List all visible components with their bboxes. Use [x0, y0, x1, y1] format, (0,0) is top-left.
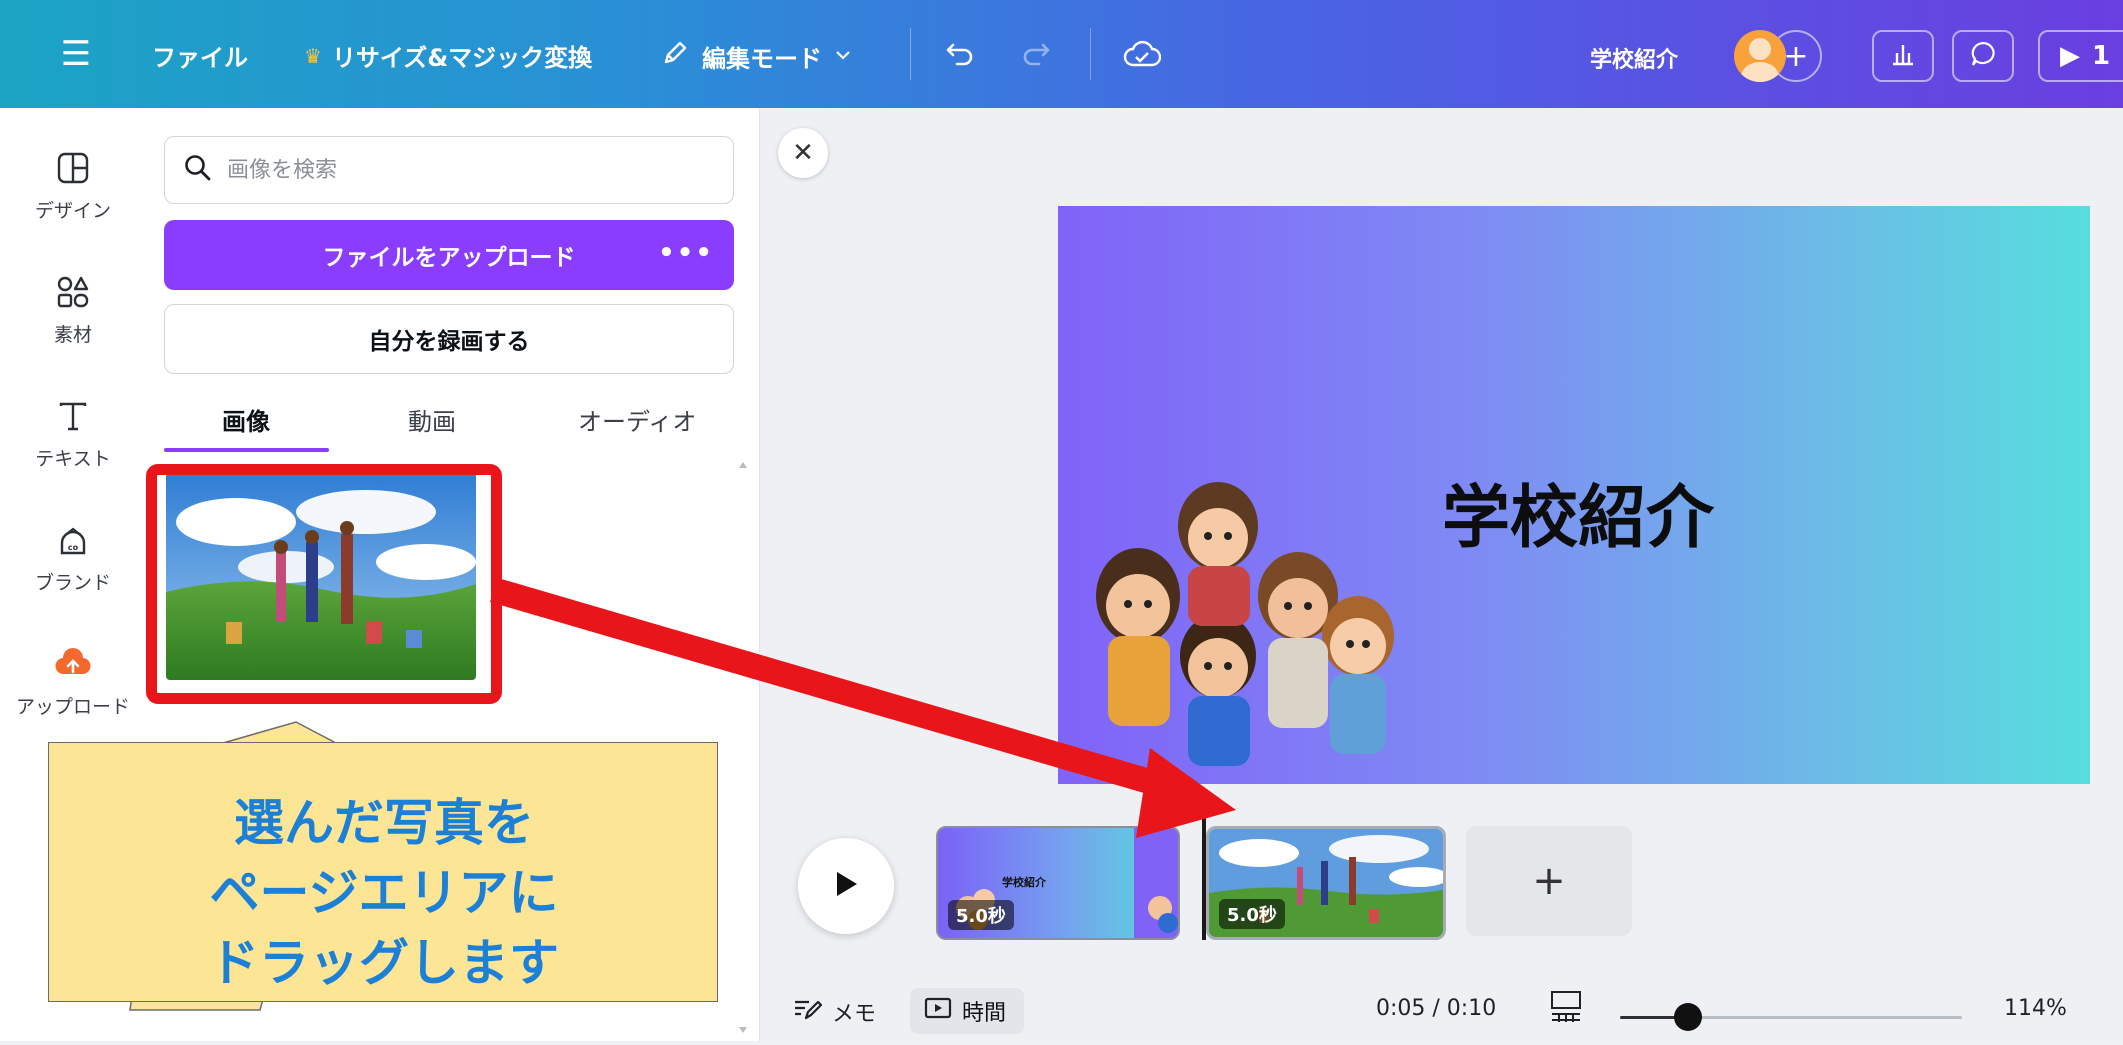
- chevron-down-icon: [834, 42, 852, 70]
- play-icon: [831, 868, 861, 904]
- top-toolbar: ☰ ファイル ♛ リサイズ&マジック変換 編集モード 学校紹介 + ▶ 1: [0, 0, 2123, 108]
- rail-item-upload[interactable]: アップロード: [0, 640, 146, 719]
- slide-title[interactable]: 学校紹介: [1442, 462, 1714, 561]
- timeline-play-button[interactable]: [798, 838, 894, 934]
- rail-label: デザイン: [34, 200, 111, 222]
- zoom-slider[interactable]: [1620, 1003, 1962, 1031]
- rail-label: テキスト: [35, 448, 111, 470]
- clip-title: 学校紹介: [1002, 876, 1046, 889]
- design-title[interactable]: 学校紹介: [1590, 42, 1678, 74]
- time-label: 時間: [962, 1001, 1007, 1026]
- comment-button[interactable]: [1952, 30, 2014, 82]
- bar-chart-icon: [1888, 39, 1918, 73]
- present-label: 1: [2092, 41, 2111, 71]
- children-illustration: [1096, 482, 1394, 766]
- callout-line: ドラッグします: [209, 934, 559, 992]
- insights-button[interactable]: [1872, 30, 1934, 82]
- rail-item-design[interactable]: デザイン: [0, 144, 146, 223]
- upload-cloud-icon: [49, 640, 97, 688]
- edit-mode-label: 編集モード: [702, 44, 822, 73]
- brand-icon: co: [49, 516, 97, 564]
- timeline-clip-2[interactable]: 5.0秒: [1206, 826, 1446, 940]
- comment-icon: [1968, 39, 1998, 73]
- play-icon: ▶: [2060, 41, 2080, 71]
- record-button-label: 自分を録画する: [368, 329, 530, 355]
- resize-label: リサイズ&マジック変換: [331, 44, 593, 72]
- rail-item-elements[interactable]: 素材: [0, 268, 146, 347]
- slide-page[interactable]: 学校紹介: [1058, 206, 2090, 784]
- cloud-saved-icon[interactable]: [1118, 30, 1166, 78]
- close-icon: ✕: [792, 138, 814, 168]
- tab-audio[interactable]: オーディオ: [578, 402, 696, 437]
- timeline-clip-1[interactable]: 学校紹介 5.0秒: [936, 826, 1180, 940]
- add-page-button[interactable]: +: [1466, 826, 1632, 936]
- search-box[interactable]: [164, 136, 734, 204]
- timer-icon: [924, 996, 952, 1026]
- menu-icon[interactable]: ☰: [58, 34, 94, 74]
- timecode: 0:05 / 0:10: [1376, 996, 1497, 1021]
- zoom-percent[interactable]: 114%: [2004, 996, 2067, 1021]
- search-icon: [183, 153, 213, 187]
- present-button[interactable]: ▶ 1: [2038, 30, 2123, 82]
- file-menu-label: ファイル: [152, 44, 248, 72]
- edit-mode-dropdown[interactable]: 編集モード: [660, 38, 852, 74]
- notes-icon: [792, 996, 823, 1028]
- avatar[interactable]: [1734, 30, 1786, 82]
- redo-icon[interactable]: [1014, 30, 1058, 78]
- undo-icon[interactable]: [938, 30, 982, 78]
- file-menu[interactable]: ファイル: [152, 38, 248, 73]
- active-tab-indicator: [164, 448, 329, 452]
- rail-item-text[interactable]: テキスト: [0, 392, 146, 471]
- highlight-frame: [146, 464, 502, 704]
- search-input[interactable]: [225, 156, 665, 184]
- record-yourself-button[interactable]: 自分を録画する: [164, 304, 734, 374]
- instruction-callout: 選んだ写真を ページエリアに ドラッグします: [48, 742, 718, 1002]
- timer-button[interactable]: 時間: [910, 988, 1024, 1034]
- callout-line: 選んだ写真を: [234, 794, 534, 852]
- close-panel-button[interactable]: ✕: [778, 128, 828, 178]
- rail-item-brand[interactable]: co ブランド: [0, 516, 146, 595]
- rail-label: 素材: [53, 324, 92, 346]
- plus-icon: +: [1532, 858, 1566, 904]
- svg-text:co: co: [68, 543, 79, 552]
- rail-label: ブランド: [34, 572, 111, 594]
- rail-label: アップロード: [15, 696, 130, 718]
- elements-icon: [49, 268, 97, 316]
- text-icon: [49, 392, 97, 440]
- upload-button-label: ファイルをアップロード: [322, 245, 576, 271]
- plus-icon: +: [1783, 38, 1809, 74]
- grid-view-icon[interactable]: [1550, 990, 1582, 1024]
- resize-button[interactable]: ♛ リサイズ&マジック変換: [304, 38, 592, 73]
- clip-duration: 5.0秒: [1219, 899, 1285, 929]
- media-tabs: 画像 動画 オーディオ: [164, 388, 734, 452]
- notes-button[interactable]: メモ: [792, 996, 876, 1028]
- notes-label: メモ: [832, 1002, 877, 1027]
- crown-icon: ♛: [304, 43, 322, 68]
- tab-images[interactable]: 画像: [222, 402, 270, 437]
- upload-file-button[interactable]: ファイルをアップロード •••: [164, 220, 734, 290]
- tab-videos[interactable]: 動画: [408, 402, 456, 437]
- callout-line: ページエリアに: [209, 864, 559, 922]
- clip-duration: 5.0秒: [948, 900, 1014, 930]
- panel-scrollbar[interactable]: [734, 454, 752, 1041]
- pencil-icon: [660, 38, 690, 74]
- layout-icon: [49, 144, 97, 192]
- more-options-icon[interactable]: •••: [658, 238, 714, 268]
